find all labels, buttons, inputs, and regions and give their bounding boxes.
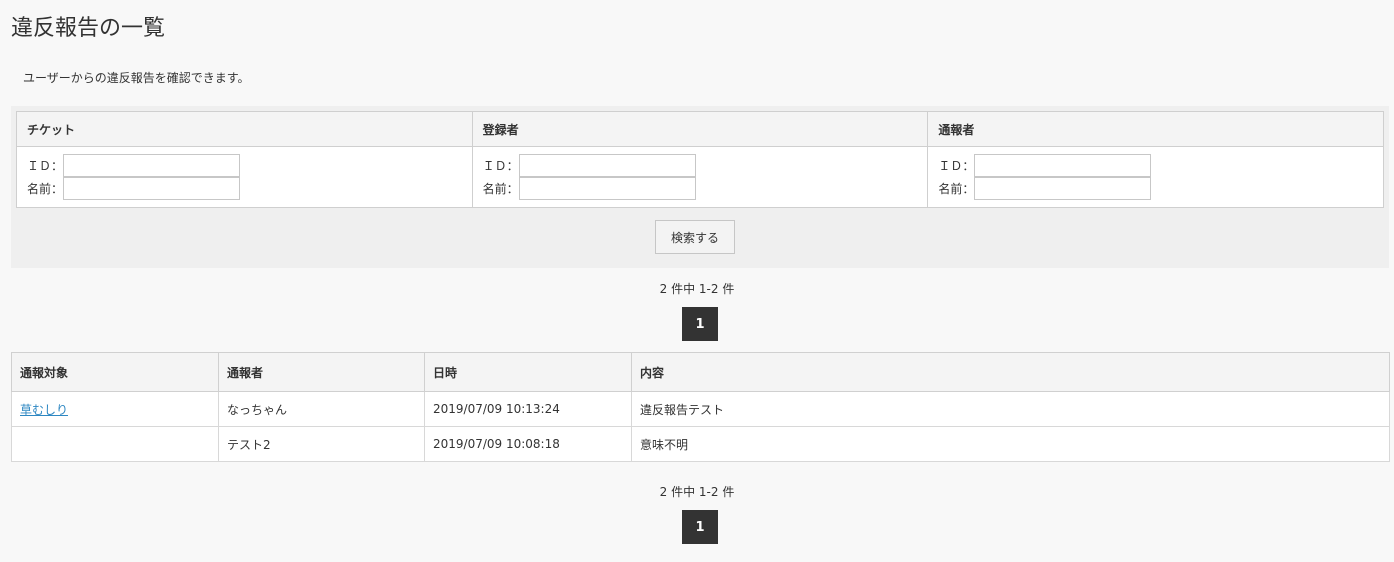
filter-cell-ticket: ＩＤ： 名前： — [16, 146, 473, 208]
result-count-top: 2 件中 1-2 件 — [659, 282, 735, 296]
registrant-name-label: 名前： — [482, 182, 519, 196]
column-header-content: 内容 — [631, 352, 1390, 392]
report-target-link[interactable]: 草むしり — [20, 403, 68, 417]
report-table: 通報対象 通報者 日時 内容 草むしり なっちゃん 2019/07/09 10:… — [11, 352, 1390, 462]
reporter-id-label: ＩＤ： — [938, 159, 975, 173]
registrant-id-label: ＩＤ： — [482, 159, 519, 173]
filter-header-ticket: チケット — [16, 111, 473, 147]
reporter-id-input[interactable] — [974, 154, 1152, 177]
filter-table: チケット 登録者 通報者 ＩＤ： 名前： ＩＤ： 名前： ＩＤ： 名前： — [16, 111, 1384, 208]
report-reporter-cell: なっちゃん — [218, 391, 425, 427]
ticket-id-input[interactable] — [63, 154, 240, 177]
pager-page-1-top[interactable]: 1 — [682, 307, 718, 341]
report-datetime-cell: 2019/07/09 10:13:24 — [424, 391, 632, 427]
report-reporter-cell: テスト2 — [218, 426, 425, 462]
result-count-bottom: 2 件中 1-2 件 — [659, 485, 735, 499]
filter-cell-reporter: ＩＤ： 名前： — [927, 146, 1384, 208]
registrant-name-input[interactable] — [518, 177, 696, 200]
report-content-cell: 違反報告テスト — [631, 391, 1390, 427]
registrant-id-input[interactable] — [518, 154, 696, 177]
search-button[interactable]: 検索する — [655, 220, 735, 254]
filter-header-reporter: 通報者 — [927, 111, 1384, 147]
column-header-target: 通報対象 — [11, 352, 219, 392]
report-target-cell — [11, 426, 219, 462]
reporter-name-label: 名前： — [938, 182, 975, 196]
filter-cell-registrant: ＩＤ： 名前： — [471, 146, 929, 208]
column-header-datetime: 日時 — [424, 352, 632, 392]
search-panel: チケット 登録者 通報者 ＩＤ： 名前： ＩＤ： 名前： ＩＤ： 名前： 検索す… — [11, 106, 1389, 268]
ticket-id-label: ＩＤ： — [27, 159, 64, 173]
report-content-cell: 意味不明 — [631, 426, 1390, 462]
ticket-name-label: 名前： — [27, 182, 64, 196]
column-header-reporter: 通報者 — [218, 352, 425, 392]
report-target-cell: 草むしり — [11, 391, 219, 427]
report-datetime-cell: 2019/07/09 10:08:18 — [424, 426, 632, 462]
page-description: ユーザーからの違反報告を確認できます。 — [23, 71, 250, 85]
table-row: テスト2 2019/07/09 10:08:18 意味不明 — [11, 426, 1390, 462]
pager-page-1-bottom[interactable]: 1 — [682, 510, 718, 544]
filter-header-registrant: 登録者 — [471, 111, 929, 147]
ticket-name-input[interactable] — [63, 177, 240, 200]
table-row: 草むしり なっちゃん 2019/07/09 10:13:24 違反報告テスト — [11, 391, 1390, 427]
page-title: 違反報告の一覧 — [11, 16, 166, 41]
report-table-header: 通報対象 通報者 日時 内容 — [11, 352, 1390, 392]
reporter-name-input[interactable] — [974, 177, 1152, 200]
